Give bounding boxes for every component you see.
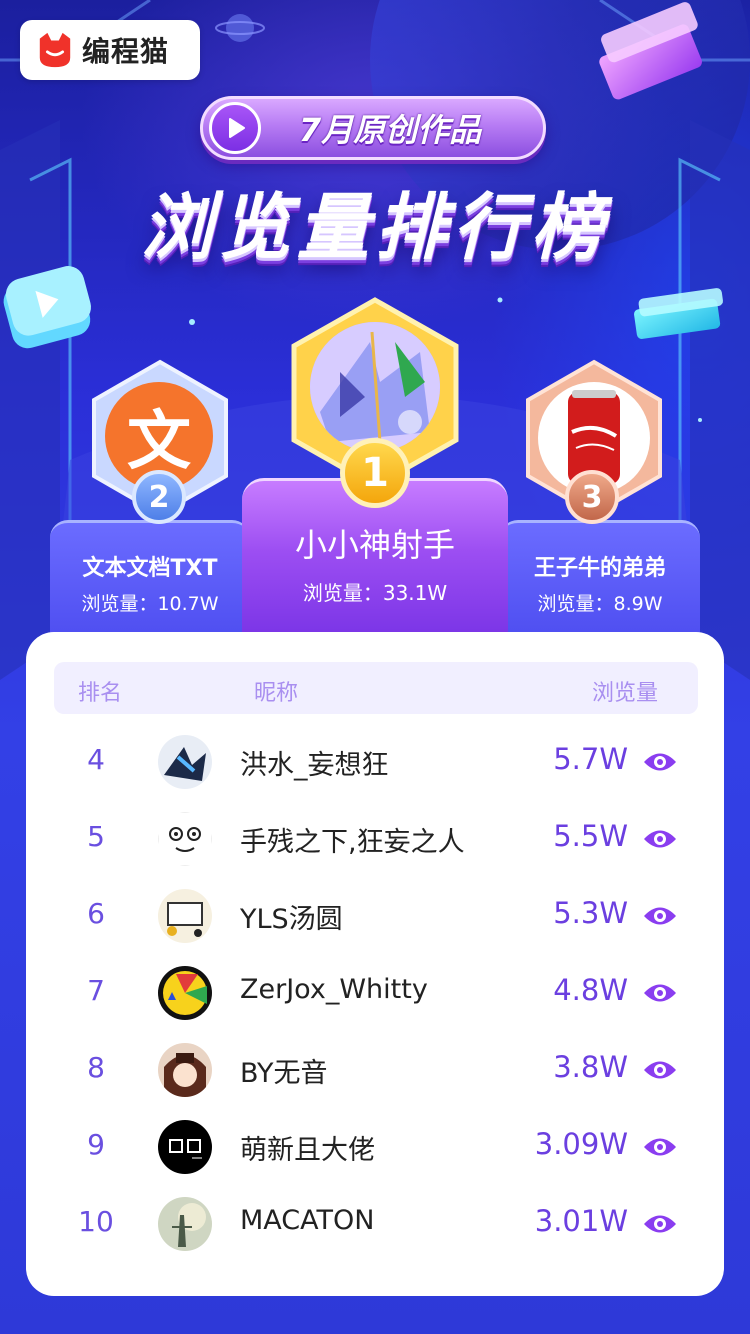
brand-name: 编程猫 <box>82 35 170 68</box>
abstract-art-avatar-icon <box>310 322 440 452</box>
podium-first-avatar[interactable] <box>310 322 440 452</box>
avatar[interactable] <box>158 1197 212 1251</box>
eye-icon <box>644 984 676 1002</box>
rank-badge-first: 1 <box>340 438 410 508</box>
row-nickname: ZerJox_Whitty <box>240 974 428 1005</box>
row-rank: 10 <box>78 1205 114 1238</box>
row-nickname: 洪水_妄想狂 <box>240 750 389 781</box>
row-nickname: YLS汤圆 <box>240 904 343 935</box>
avatar[interactable] <box>158 1120 212 1174</box>
row-rank: 5 <box>87 820 105 853</box>
table-row[interactable]: 7 ZerJox_Whitty 4.8W <box>26 954 724 1032</box>
play-icon <box>209 102 261 154</box>
poster-stage: 编程猫 7月原创作品 浏览量排行榜 文本文档TXT 浏览量：10.7W 王子牛的… <box>0 0 750 1334</box>
month-subtitle-pill: 7月原创作品 <box>200 96 546 160</box>
row-views: 3.01W <box>534 1204 628 1238</box>
row-rank: 6 <box>87 897 105 930</box>
avatar[interactable] <box>158 966 212 1020</box>
eye-icon <box>644 907 676 925</box>
row-views: 4.8W <box>553 973 628 1007</box>
podium-third-views: 浏览量：8.9W <box>537 593 663 615</box>
podium-third[interactable]: 王子牛的弟弟 浏览量：8.9W <box>500 520 700 635</box>
eye-icon <box>644 1138 676 1156</box>
eye-icon <box>644 753 676 771</box>
row-views: 5.3W <box>553 896 628 930</box>
row-views: 3.8W <box>553 1050 628 1084</box>
podium-first-views: 浏览量：33.1W <box>302 581 448 605</box>
eye-icon <box>644 1061 676 1079</box>
row-rank: 9 <box>87 1128 105 1161</box>
header-views: 浏览量 <box>591 681 658 706</box>
header-rank: 排名 <box>78 681 123 706</box>
header-nickname: 昵称 <box>254 681 299 706</box>
podium-second-name: 文本文档TXT <box>82 556 218 581</box>
rank-badge-third: 3 <box>565 470 619 524</box>
podium-second[interactable]: 文本文档TXT 浏览量：10.7W <box>50 520 250 635</box>
row-views: 3.09W <box>534 1127 628 1161</box>
row-rank: 7 <box>87 974 105 1007</box>
table-header: 排名 昵称 浏览量 <box>54 662 698 714</box>
table-row[interactable]: 6 YLS汤圆 5.3W <box>26 877 724 955</box>
table-row[interactable]: 10 MACATON 3.01W <box>26 1185 724 1263</box>
rank-badge-second: 2 <box>132 470 186 524</box>
table-row[interactable]: 8 BY无音 3.8W <box>26 1031 724 1109</box>
table-row[interactable]: 5 手残之下,狂妄之人 5.5W <box>26 800 724 878</box>
brand-badge[interactable]: 编程猫 <box>20 20 200 80</box>
avatar[interactable] <box>158 1043 212 1097</box>
podium-third-name: 王子牛的弟弟 <box>533 556 666 581</box>
row-nickname: 萌新且大佬 <box>240 1135 375 1166</box>
eye-icon <box>644 1215 676 1233</box>
row-views: 5.7W <box>553 742 628 776</box>
row-nickname: 手残之下,狂妄之人 <box>240 827 465 858</box>
avatar[interactable] <box>158 889 212 943</box>
page-title: 浏览量排行榜 <box>140 185 609 269</box>
leaderboard-card: 排名 昵称 浏览量 4 洪水_妄想狂 5.7W 5 手残之下,狂妄之人 5.5W <box>26 632 724 1296</box>
cat-logo-icon <box>39 32 71 68</box>
podium-second-views: 浏览量：10.7W <box>81 593 219 615</box>
eye-icon <box>644 830 676 848</box>
avatar-text: 文 <box>127 405 191 479</box>
row-views: 5.5W <box>553 819 628 853</box>
podium-first-name: 小小神射手 <box>294 526 455 564</box>
table-row[interactable]: 9 萌新且大佬 3.09W <box>26 1108 724 1186</box>
row-nickname: MACATON <box>240 1205 375 1236</box>
avatar[interactable] <box>158 735 212 789</box>
table-row[interactable]: 4 洪水_妄想狂 5.7W <box>26 723 724 801</box>
row-rank: 4 <box>87 743 105 776</box>
subtitle-text: 7月原创作品 <box>298 111 482 149</box>
avatar[interactable] <box>158 812 212 866</box>
row-rank: 8 <box>87 1051 105 1084</box>
row-nickname: BY无音 <box>240 1058 328 1089</box>
